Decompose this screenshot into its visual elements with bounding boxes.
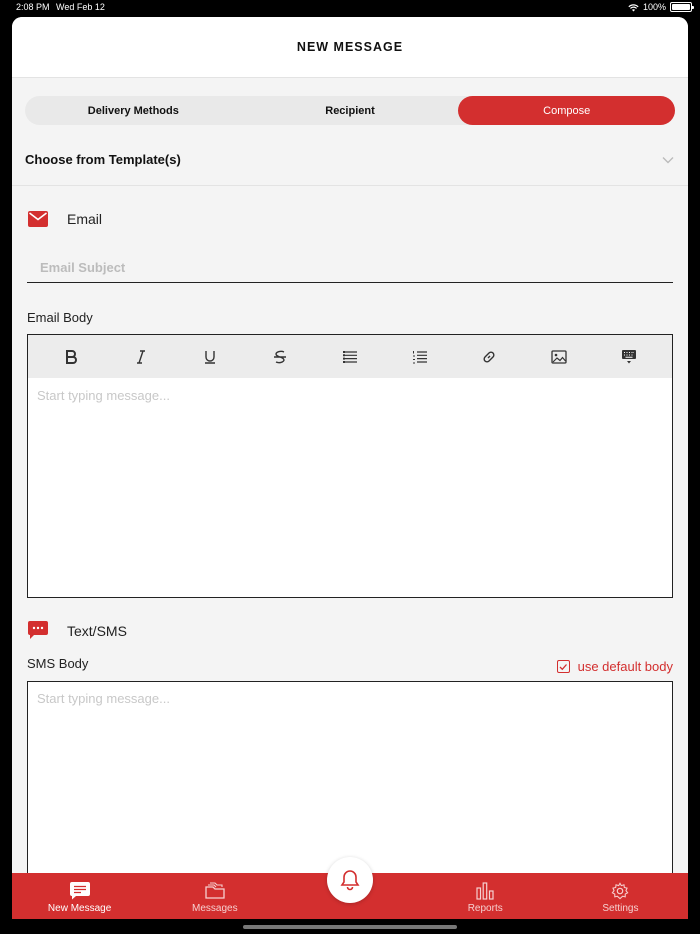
envelope-icon [28, 211, 48, 227]
template-label: Choose from Template(s) [25, 152, 181, 167]
email-body-label: Email Body [27, 310, 93, 325]
keyboard-button[interactable] [615, 343, 643, 371]
segment-label: Recipient [325, 104, 375, 117]
strikethrough-icon [274, 350, 287, 363]
wifi-icon [628, 3, 639, 12]
format-toolbar [28, 335, 672, 378]
home-indicator[interactable] [243, 925, 457, 929]
link-button[interactable] [475, 343, 503, 371]
numbered-list-button[interactable] [406, 343, 434, 371]
sms-body-input[interactable]: Start typing message... [27, 681, 673, 881]
tab-settings[interactable]: Settings [553, 873, 688, 919]
bell-icon [340, 870, 360, 891]
page-title: NEW MESSAGE [296, 40, 404, 54]
new-message-sheet: NEW MESSAGE Delivery Methods Recipient C… [12, 17, 688, 919]
gear-icon [611, 882, 629, 900]
battery-icon [670, 2, 694, 12]
chevron-down-icon [662, 157, 674, 164]
sms-section-title: Text/SMS [67, 623, 127, 639]
segment-compose[interactable]: Compose [458, 96, 676, 125]
sms-body-label: SMS Body [27, 656, 89, 671]
tab-bar: New Message Messages Reports Settings [12, 857, 688, 919]
strikethrough-button[interactable] [266, 343, 294, 371]
email-section-title: Email [67, 211, 103, 227]
bullet-list-button[interactable] [336, 343, 364, 371]
email-body-editor: Start typing message... [27, 334, 673, 598]
template-selector[interactable]: Choose from Template(s) [12, 140, 688, 186]
image-button[interactable] [545, 343, 573, 371]
keyboard-icon [622, 349, 636, 363]
battery-percent: 100% [642, 2, 666, 12]
numbered-list-icon [412, 350, 427, 363]
folder-icon [205, 882, 225, 899]
italic-button[interactable] [127, 343, 155, 371]
default-body-label: use default body [577, 659, 673, 674]
check-icon [559, 663, 568, 670]
underline-button[interactable] [196, 343, 224, 371]
status-time: 2:08 PM [16, 2, 50, 12]
header: NEW MESSAGE [12, 17, 688, 78]
segment-delivery-methods[interactable]: Delivery Methods [25, 96, 242, 125]
chat-bubble-icon [28, 621, 48, 639]
segment-label: Compose [543, 104, 591, 117]
status-bar: 2:08 PM Wed Feb 12 100% [0, 0, 700, 14]
use-default-body-toggle[interactable]: use default body [556, 659, 673, 674]
link-icon [483, 350, 495, 363]
bullet-list-icon [342, 350, 357, 363]
bold-icon [65, 349, 77, 364]
tab-label: Messages [192, 903, 238, 914]
tab-label: Settings [602, 903, 639, 914]
step-segmented-control: Delivery Methods Recipient Compose [25, 96, 676, 125]
tab-reports[interactable]: Reports [418, 873, 553, 919]
bold-button[interactable] [57, 343, 85, 371]
bar-chart-icon [476, 882, 494, 900]
tab-new-message[interactable]: New Message [12, 873, 147, 919]
email-body-input[interactable]: Start typing message... [28, 378, 672, 413]
tab-label: Reports [467, 903, 503, 914]
email-subject-input[interactable] [27, 253, 673, 283]
status-date: Wed Feb 12 [56, 2, 105, 12]
segment-recipient[interactable]: Recipient [242, 96, 459, 125]
alert-bell-button[interactable] [327, 857, 373, 903]
image-icon [551, 349, 567, 364]
underline-icon [205, 350, 216, 364]
italic-icon [136, 349, 145, 364]
tab-messages[interactable]: Messages [147, 873, 282, 919]
sms-placeholder: Start typing message... [37, 691, 170, 706]
segment-label: Delivery Methods [87, 104, 179, 117]
message-icon [69, 882, 90, 900]
tab-label: New Message [47, 903, 112, 914]
status-indicators: 100% [628, 2, 694, 12]
default-body-checkbox[interactable] [556, 660, 570, 673]
